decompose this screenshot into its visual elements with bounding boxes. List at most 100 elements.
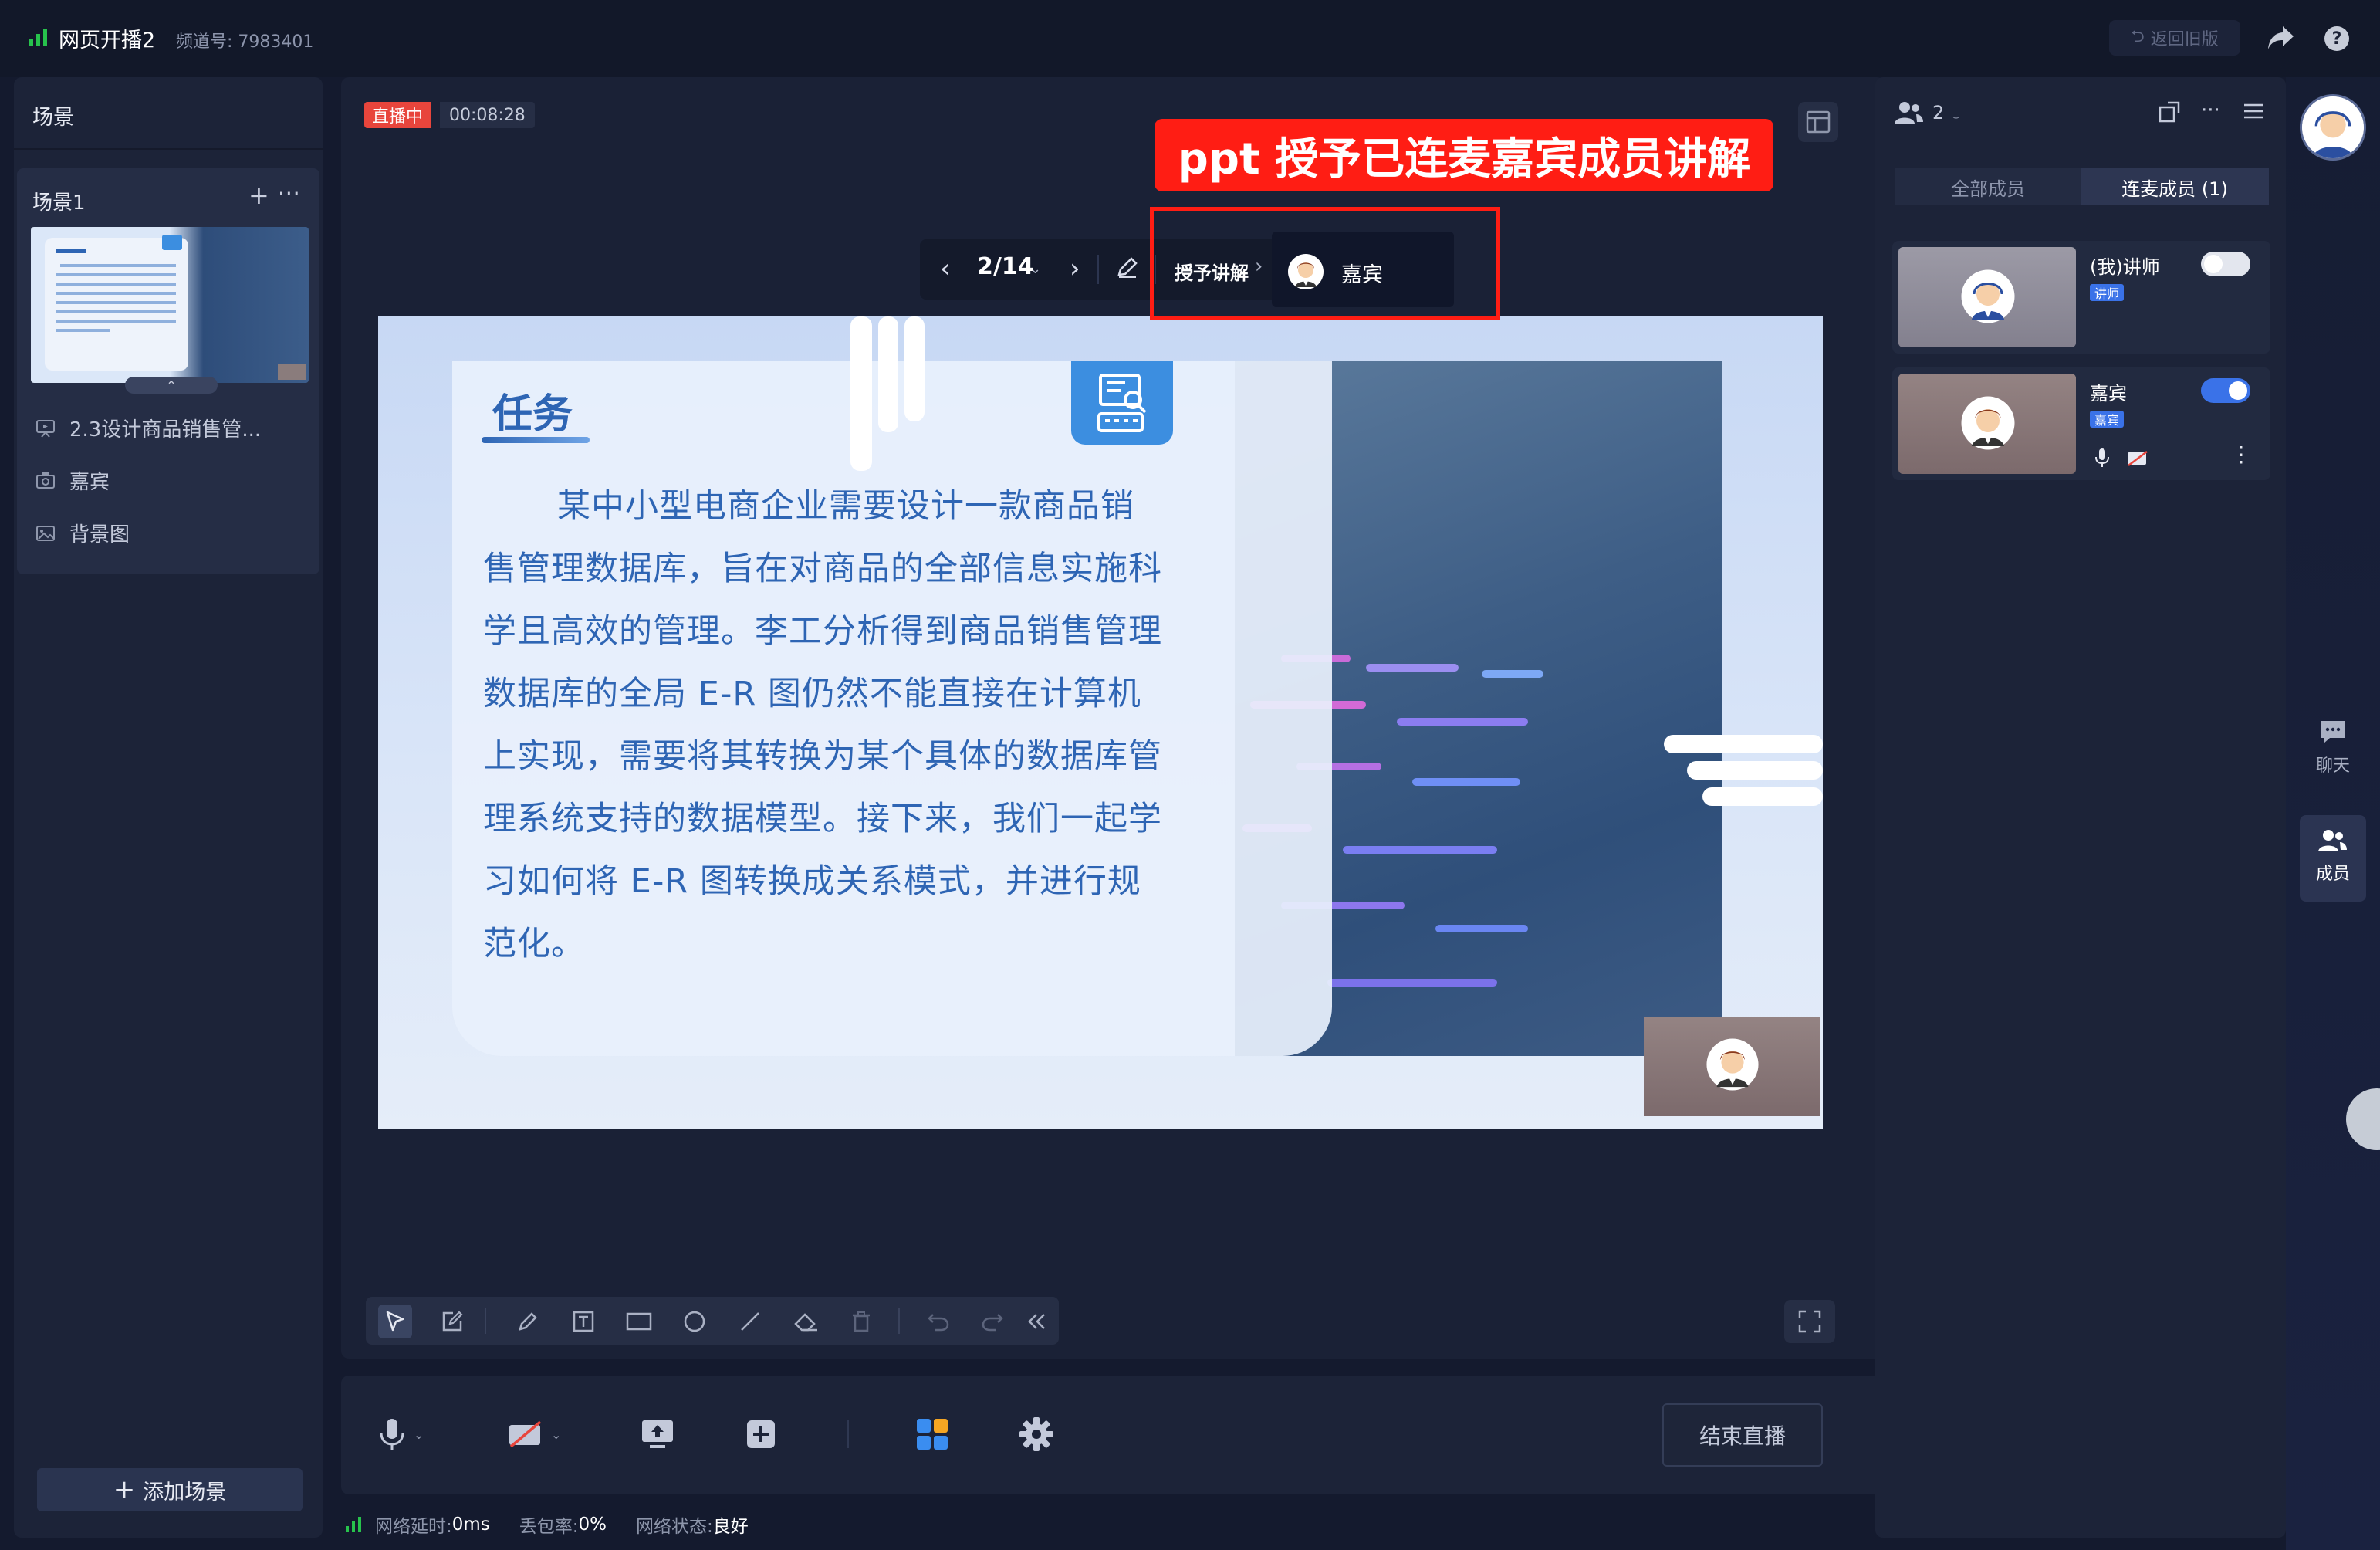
trash-icon[interactable] — [844, 1305, 878, 1338]
layout-button[interactable] — [1798, 102, 1838, 142]
chevron-down-icon[interactable]: ⌄ — [551, 1427, 561, 1442]
tab-mic-members[interactable]: 连麦成员 (1) — [2081, 168, 2269, 205]
pen-icon[interactable] — [511, 1305, 545, 1338]
microphone-icon — [378, 1417, 406, 1451]
code-glow — [1412, 778, 1520, 786]
screen-share-button[interactable] — [641, 1413, 674, 1456]
member-name: 嘉宾 — [2090, 383, 2127, 404]
slide-body-text: 某中小型电商企业需要设计一款商品销售管理数据库，旨在对商品的全部信息实施科学且高… — [483, 487, 1162, 963]
divider — [485, 1308, 486, 1334]
popout-icon[interactable] — [2158, 100, 2181, 124]
rail-chat-button[interactable]: 聊天 — [2307, 718, 2358, 777]
end-live-button[interactable]: 结束直播 — [1662, 1403, 1823, 1467]
back-to-old-version-button[interactable]: ⮌ 返回旧版 — [2109, 20, 2240, 56]
apps-button[interactable] — [915, 1413, 949, 1456]
collapse-toolbar-icon[interactable] — [1020, 1305, 1054, 1338]
slide-heading: 任务 — [492, 391, 573, 438]
edit-box-icon[interactable] — [435, 1305, 469, 1338]
thumbnail-text-panel — [45, 238, 188, 371]
scene-item-ppt[interactable]: 2.3设计商品销售管... — [35, 414, 261, 442]
user-avatar[interactable] — [2300, 94, 2366, 161]
scene-more-icon[interactable]: ··· — [278, 181, 301, 206]
member-count: 2 — [1932, 102, 1945, 124]
ppt-slide[interactable]: 任务 某中小型电商企业需要设计一款商品销售管理数据库，旨在对商品的全部信息实施科… — [378, 316, 1823, 1129]
plus-icon: + — [113, 1474, 136, 1505]
computer-search-icon — [1071, 361, 1173, 445]
member-card-teacher[interactable]: (我)讲师 讲师 — [1892, 241, 2270, 354]
help-icon[interactable]: ? — [2324, 26, 2349, 51]
scene-thumbnail[interactable] — [31, 227, 309, 383]
page-indicator[interactable]: 2/14 — [977, 253, 1034, 280]
annotation-highlight-box — [1150, 207, 1500, 320]
chevron-down-icon[interactable]: ⌄ — [414, 1427, 424, 1442]
line-icon[interactable] — [733, 1305, 767, 1338]
circle-icon[interactable] — [678, 1305, 712, 1338]
back-old-label: 返回旧版 — [2150, 30, 2219, 49]
add-media-icon — [745, 1419, 776, 1450]
network-state-value: 良好 — [712, 1517, 749, 1537]
settings-button[interactable] — [1019, 1413, 1054, 1456]
code-glow — [1397, 718, 1528, 726]
undo-icon[interactable] — [921, 1305, 955, 1338]
channel-number: 频道号: 7983401 — [176, 32, 314, 52]
code-glow — [1435, 925, 1528, 932]
camera-button[interactable]: ⌄ — [508, 1413, 561, 1456]
layout-icon — [1806, 110, 1831, 134]
top-bar — [0, 0, 2380, 77]
next-page-icon[interactable]: › — [1070, 253, 1080, 284]
scene-item-background[interactable]: 背景图 — [35, 519, 130, 547]
signal-icon — [346, 1517, 364, 1532]
divider — [14, 148, 323, 150]
role-tag: 嘉宾 — [2090, 411, 2125, 428]
rectangle-icon[interactable] — [622, 1305, 656, 1338]
live-badge: 直播中 — [364, 102, 431, 128]
guest-avatar — [1706, 1037, 1760, 1091]
code-glow — [1327, 979, 1497, 987]
rail-members-label: 成员 — [2315, 865, 2350, 884]
latency-label: 网络延时: — [375, 1517, 452, 1537]
text-tool-icon[interactable] — [566, 1305, 600, 1338]
fullscreen-icon — [1797, 1309, 1822, 1334]
teacher-avatar — [1960, 269, 2016, 324]
packet-loss-label: 丢包率: — [519, 1517, 579, 1537]
add-source-icon[interactable]: + — [248, 181, 269, 210]
camera-off-icon[interactable] — [2127, 451, 2148, 466]
fullscreen-button[interactable] — [1784, 1300, 1835, 1343]
prev-page-icon[interactable]: ‹ — [940, 253, 951, 284]
scene-panel-title: 场景 — [32, 106, 74, 130]
collapse-icon[interactable]: ⌃ — [125, 377, 218, 394]
signal-icon — [29, 28, 51, 46]
scene-item-label: 背景图 — [69, 523, 130, 547]
mic-toggle[interactable] — [2201, 252, 2250, 276]
chevron-down-icon[interactable]: ⌄ — [1029, 261, 1041, 277]
pencil-icon[interactable] — [1114, 255, 1141, 281]
add-scene-button[interactable]: + 添加场景 — [37, 1468, 303, 1511]
camera-icon — [35, 471, 56, 491]
microphone-button[interactable]: ⌄ — [378, 1413, 424, 1456]
redo-icon[interactable] — [975, 1305, 1009, 1338]
microphone-icon[interactable] — [2094, 448, 2110, 468]
decor-bar — [878, 316, 898, 432]
select-tool-icon[interactable] — [378, 1305, 412, 1338]
guest-camera-overlay[interactable] — [1644, 1017, 1820, 1116]
ppt-icon — [35, 418, 56, 438]
rail-members-button[interactable]: 成员 — [2300, 815, 2366, 902]
tab-all-members[interactable]: 全部成员 — [1895, 168, 2081, 205]
menu-icon[interactable] — [2243, 102, 2264, 120]
guest-avatar — [1960, 395, 2016, 451]
scene-item-guest[interactable]: 嘉宾 — [35, 466, 110, 495]
member-card-guest[interactable]: 嘉宾 嘉宾 ⋮ — [1892, 367, 2270, 480]
share-icon[interactable] — [2267, 25, 2295, 51]
code-glow — [1343, 846, 1497, 854]
right-rail — [2286, 77, 2380, 1550]
add-media-button[interactable] — [745, 1413, 776, 1456]
member-more-icon[interactable]: ⋮ — [2230, 442, 2252, 467]
annotation-callout: ppt 授予已连麦嘉宾成员讲解 — [1155, 119, 1773, 191]
decor-bar — [1687, 761, 1823, 780]
eraser-icon[interactable] — [789, 1305, 823, 1338]
mic-toggle[interactable] — [2201, 378, 2250, 403]
decor-bar — [904, 316, 925, 421]
signal-icon: ⌣ — [1952, 111, 1960, 124]
toggle-knob — [2229, 381, 2247, 400]
more-icon[interactable]: ··· — [2201, 99, 2220, 122]
